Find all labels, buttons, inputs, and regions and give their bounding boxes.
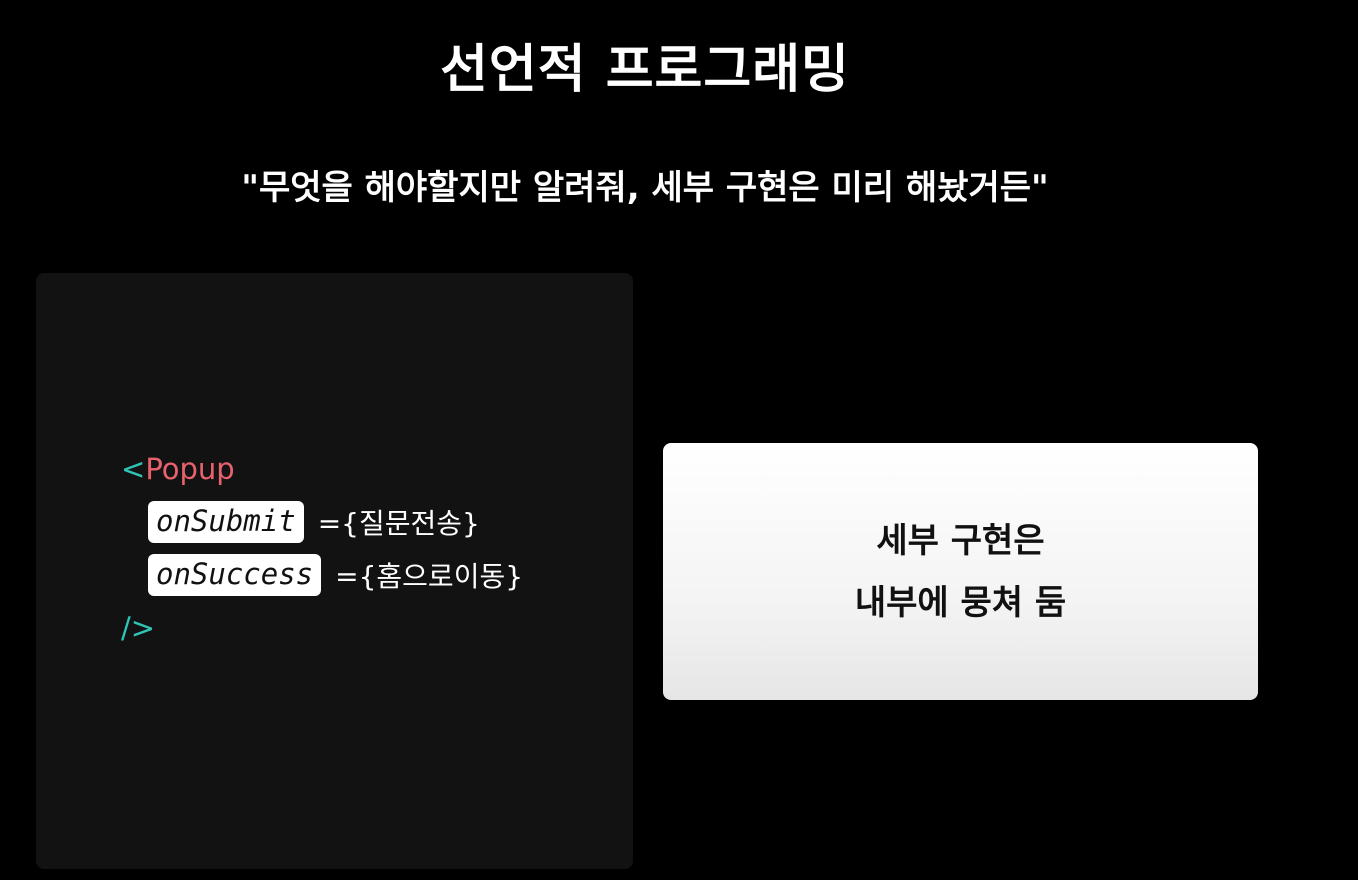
code-line-open-tag: < Popup	[121, 446, 235, 492]
prop-name-onsubmit: onSubmit	[148, 501, 304, 543]
code-panel: < Popup onSubmit ={질문전송} onSuccess ={홈으로이…	[36, 273, 633, 869]
info-card: 세부 구현은 내부에 뭉쳐 둠	[663, 443, 1258, 700]
prop-value-onsuccess: ={홈으로이동}	[335, 560, 524, 593]
slide-subtitle: "무엇을 해야할지만 알려줘, 세부 구현은 미리 해놨거든"	[241, 168, 1049, 208]
tag-name: Popup	[145, 452, 235, 486]
info-card-line-1: 세부 구현은	[876, 520, 1045, 561]
code-line-close-tag: />	[121, 605, 155, 651]
info-card-line-2: 내부에 뭉쳐 둠	[854, 582, 1067, 623]
code-line-prop-onsuccess: onSuccess ={홈으로이동}	[148, 552, 523, 598]
slide-title: 선언적 프로그래밍	[440, 40, 850, 100]
code-line-prop-onsubmit: onSubmit ={질문전송}	[148, 499, 480, 545]
prop-value-onsubmit: ={질문전송}	[317, 507, 480, 540]
close-tag: />	[121, 611, 156, 645]
prop-name-onsuccess: onSuccess	[148, 554, 322, 596]
open-bracket: <	[121, 452, 146, 486]
